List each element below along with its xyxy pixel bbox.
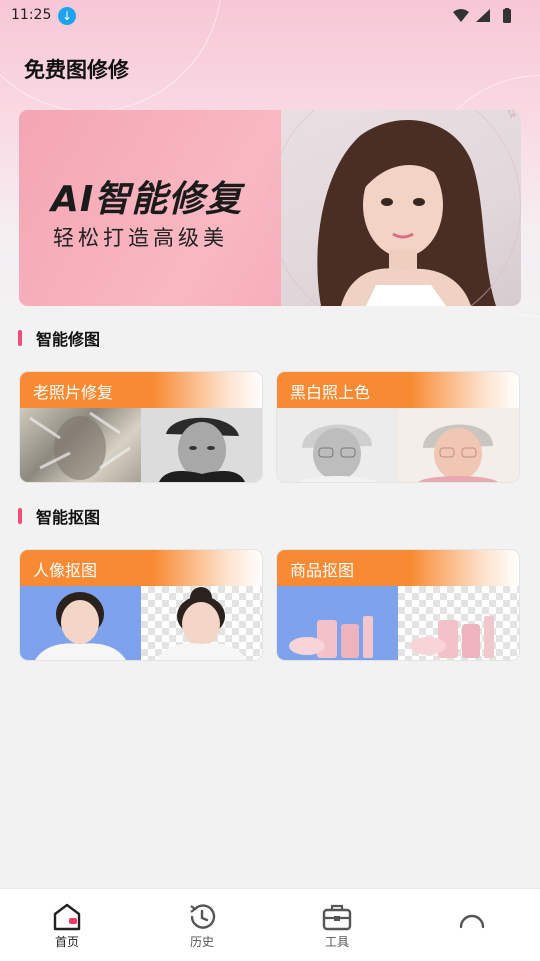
signal-battery-icon — [453, 8, 511, 23]
bottom-nav: 首页 历史 工具 — [0, 888, 540, 961]
toolbox-icon — [322, 904, 352, 931]
page-title: 免费图修修 — [24, 58, 129, 82]
nav-label: 工具 — [324, 935, 349, 949]
bw-before-image — [277, 408, 398, 482]
home-icon — [53, 903, 81, 931]
bw-after-image — [398, 408, 519, 482]
section-marker — [18, 508, 22, 524]
download-icon: ↓ — [58, 7, 76, 25]
promo-banner[interactable]: HIGH QUALITY ASSURANCE AI智能修复 轻松打造高级美 — [19, 110, 521, 306]
product-cutout-card[interactable]: 商品抠图 — [276, 549, 520, 661]
history-icon — [190, 904, 216, 929]
portrait-after-image — [141, 586, 262, 660]
banner-subtitle: 轻松打造高级美 — [53, 226, 228, 250]
card-header: 黑白照上色 — [277, 372, 519, 408]
old-photo-before-image — [20, 408, 141, 482]
section-title: 智能修图 — [36, 330, 101, 349]
card-header: 老照片修复 — [20, 372, 262, 408]
status-bar: 11:25 ↓ — [0, 0, 540, 32]
old-photo-after-image — [141, 408, 262, 482]
section-marker — [18, 330, 22, 346]
portrait-before-image — [20, 586, 141, 660]
portrait-cutout-card[interactable]: 人像抠图 — [19, 549, 263, 661]
nav-tools[interactable]: 工具 — [297, 899, 377, 955]
profile-icon — [459, 914, 485, 929]
bw-colorize-card[interactable]: 黑白照上色 — [276, 371, 520, 483]
card-label: 黑白照上色 — [290, 383, 371, 402]
status-time: 11:25 — [11, 7, 52, 23]
card-header: 商品抠图 — [277, 550, 519, 586]
card-label: 老照片修复 — [33, 383, 114, 402]
product-before-image — [277, 586, 398, 660]
old-photo-restore-card[interactable]: 老照片修复 — [19, 371, 263, 483]
nav-home[interactable]: 首页 — [27, 899, 107, 955]
card-label: 人像抠图 — [33, 561, 98, 580]
section-title: 智能抠图 — [36, 508, 101, 527]
nav-label: 首页 — [54, 935, 79, 949]
card-label: 商品抠图 — [290, 561, 355, 580]
nav-history[interactable]: 历史 — [162, 899, 242, 955]
product-after-image — [398, 586, 519, 660]
banner-ring — [269, 110, 521, 306]
nav-label: 历史 — [189, 935, 214, 949]
nav-profile[interactable] — [432, 899, 512, 955]
banner-title: AI智能修复 — [51, 179, 243, 220]
card-header: 人像抠图 — [20, 550, 262, 586]
